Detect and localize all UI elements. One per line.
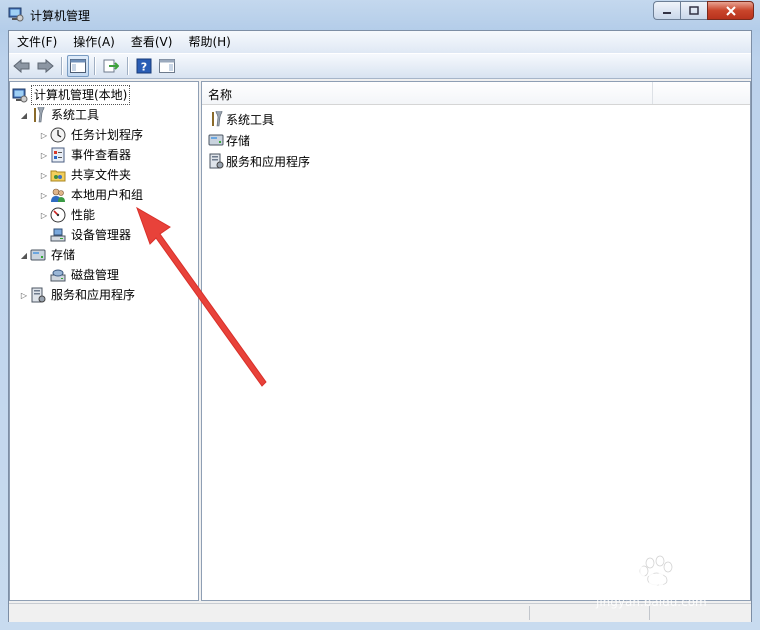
watermark-brand: Baidu <box>582 563 666 593</box>
watermark-suffix: 经验 <box>672 571 717 596</box>
window-frame: 计算机管理 文件(F) 操作(A) 查看(V) 帮助(H) ? 计算机管理(本地… <box>0 0 760 630</box>
baidu-watermark: Baidu 经验 jingyan.baidu.com <box>578 555 758 615</box>
watermark-url: jingyan.baidu.com <box>596 595 707 609</box>
annotation-arrow <box>136 206 267 387</box>
